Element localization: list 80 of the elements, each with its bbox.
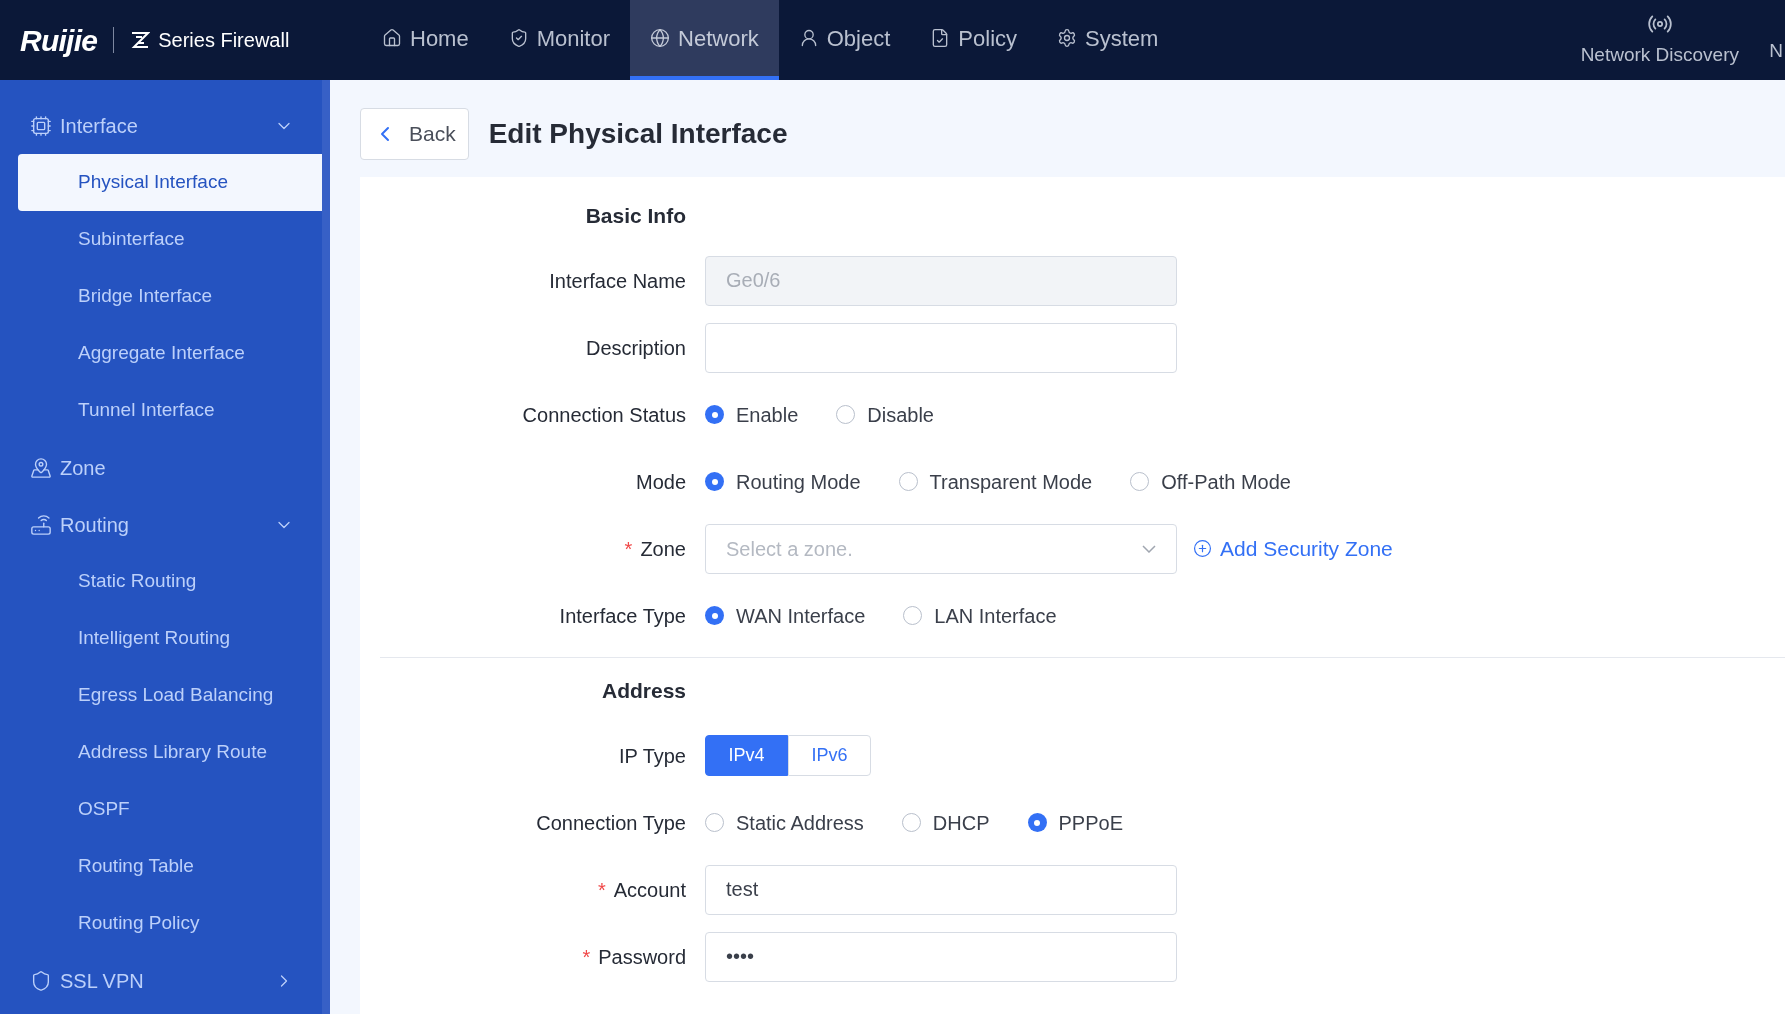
segment-tab[interactable]: IPv6 <box>788 735 871 776</box>
radio-button[interactable] <box>1130 472 1150 491</box>
field-label: Mode <box>635 469 686 495</box>
radio-label: Disable <box>867 402 934 428</box>
brand-logo: Ruijie <box>20 22 98 59</box>
radio-label: Enable <box>736 402 799 428</box>
field-label: IP Type <box>618 743 686 769</box>
home-icon <box>382 28 402 48</box>
radio-button[interactable] <box>898 472 918 491</box>
product-name: Series Firewall <box>158 28 290 53</box>
nav-tab[interactable]: Monitor <box>488 0 631 80</box>
nav-tab[interactable]: System <box>1037 0 1179 80</box>
field-label: Interface Name <box>549 268 686 294</box>
z-logo-icon <box>130 31 151 49</box>
required-asterisk: * <box>582 944 591 970</box>
chevron-down-icon <box>1142 544 1156 553</box>
radio-label: WAN Interface <box>736 603 866 629</box>
sidebar-item[interactable]: Egress Load Balancing <box>18 667 322 724</box>
required-asterisk: * <box>624 536 633 562</box>
sidebar-group[interactable]: Interface <box>18 97 322 154</box>
field-label: Description <box>585 335 686 361</box>
input-field[interactable] <box>705 322 1177 373</box>
radio-label: LAN Interface <box>934 603 1057 629</box>
nav-tab[interactable]: Network <box>630 0 779 80</box>
nav-tab[interactable]: Object <box>778 0 911 80</box>
section-title: Basic Info <box>585 203 686 230</box>
sidebar-item[interactable]: Routing Table <box>18 838 322 895</box>
radio-label: PPPoE <box>1058 810 1123 836</box>
radio-label: Routing Mode <box>736 469 861 495</box>
required-asterisk: * <box>597 877 606 903</box>
radio-button[interactable] <box>836 405 856 424</box>
nav-tab[interactable]: N <box>1767 0 1785 80</box>
field-label: Interface Type <box>559 603 686 629</box>
sidebar-item[interactable]: Tunnel Interface <box>18 382 322 439</box>
radio-button[interactable] <box>705 606 724 625</box>
shield-icon <box>30 969 52 992</box>
sidebar-item[interactable]: Physical Interface <box>18 154 322 211</box>
radio-label: Transparent Mode <box>929 469 1093 495</box>
sidebar-item[interactable]: OSPF <box>18 781 322 838</box>
field-label: Connection Type <box>536 810 686 836</box>
radio-label: DHCP <box>932 810 990 836</box>
section-title: Address <box>601 678 686 705</box>
sidebar-item[interactable]: Routing Policy <box>18 895 322 952</box>
radio-button[interactable] <box>705 472 724 491</box>
radio-label: Static Address <box>736 810 864 836</box>
sidebar-item[interactable]: Subinterface <box>18 211 322 268</box>
sidebar-item[interactable]: Aggregate Interface <box>18 325 322 382</box>
map-pin-icon <box>30 456 52 479</box>
sidebar-item[interactable]: Intelligent Routing <box>18 610 322 667</box>
sidebar-item[interactable]: Static Routing <box>18 553 322 610</box>
sidebar-item[interactable]: Bridge Interface <box>18 268 322 325</box>
field-label: Password <box>598 944 686 970</box>
back-button[interactable]: Back <box>360 107 469 160</box>
field-label: Zone <box>640 536 686 562</box>
sidebar-item[interactable]: Address Library Route <box>18 724 322 781</box>
radio-button[interactable] <box>903 606 923 625</box>
globe-icon <box>650 28 671 48</box>
radio-button[interactable] <box>1027 813 1047 832</box>
field-label: Connection Status <box>522 402 686 428</box>
router-icon <box>30 513 52 536</box>
segment-tab[interactable]: IPv4 <box>705 735 788 776</box>
scrollbar[interactable] <box>322 80 330 1014</box>
input-field[interactable]: •••• <box>705 931 1177 982</box>
radio-button[interactable] <box>901 813 921 832</box>
plus-circle-icon <box>1193 539 1212 558</box>
input-field[interactable]: test <box>705 864 1177 915</box>
settings-icon <box>1057 28 1077 48</box>
page-title: Edit Physical Interface <box>488 116 788 151</box>
sidebar-group[interactable]: SSL VPN <box>18 952 322 1009</box>
sidebar-group[interactable]: Zone <box>18 439 322 496</box>
radio-button[interactable] <box>705 405 724 424</box>
radio-label: Off-Path Mode <box>1161 469 1291 495</box>
sidebar-group[interactable]: Routing <box>18 496 322 553</box>
radio-button[interactable] <box>705 813 724 832</box>
nav-tab[interactable]: Policy <box>910 0 1037 80</box>
add-zone-link[interactable]: Add Security Zone <box>1193 532 1393 565</box>
nav-tab[interactable]: Network Discovery <box>1572 0 1767 80</box>
nav-tab[interactable]: Home <box>362 0 489 80</box>
field-label: Account <box>613 877 686 903</box>
chip-icon <box>30 114 52 137</box>
